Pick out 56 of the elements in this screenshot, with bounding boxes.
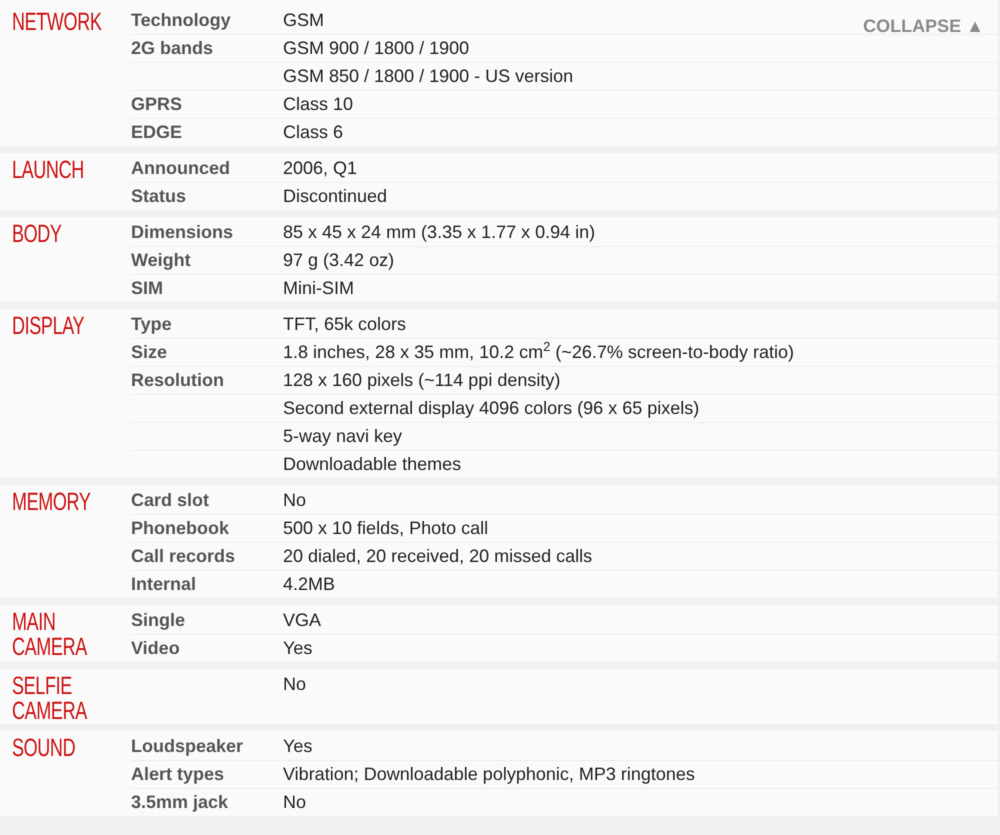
section-heading: SELFIE CAMERA	[12, 674, 88, 724]
spec-value: 5-way navi key	[283, 426, 402, 446]
spec-value: Class 10	[283, 94, 354, 114]
spec-value: Downloadable themes	[283, 454, 462, 474]
section-heading: LAUNCH	[12, 158, 85, 183]
collapse-button[interactable]: COLLAPSE ▲	[863, 16, 984, 37]
spec-value: 1.8 inches, 28 x 35 mm, 10.2 cm$^{2}$ (~26.7% screen-to-body ratio)	[283, 342, 794, 362]
spec-value: 128 x 160 pixels (~114 ppi density)	[283, 370, 560, 390]
spec-value: GSM 900 / 1800 / 1900	[283, 38, 470, 58]
spec-value: Class 6	[283, 122, 344, 142]
spec-label: Announced	[131, 158, 230, 178]
spec-value: 500 x 10 fields, Photo call	[283, 518, 488, 538]
section-heading: DISPLAY	[12, 314, 86, 339]
spec-value: 20 dialed, 20 received, 20 missed calls	[283, 546, 592, 566]
spec-label: 3.5mm jack	[131, 792, 228, 812]
spec-label: Technology	[131, 10, 231, 30]
spec-label: Size	[131, 342, 168, 362]
spec-value: 85 x 45 x 24 mm (3.35 x 1.77 x 0.94 in)	[283, 222, 596, 242]
spec-value: Yes	[283, 736, 312, 756]
section-heading: BODY	[12, 222, 63, 247]
spec-label: Status	[131, 186, 186, 206]
spec-value: Discontinued	[283, 186, 388, 206]
section-heading: SOUND	[12, 736, 76, 761]
spec-value: Second external display 4096 colors (96 x 65 pixels)	[283, 398, 700, 418]
spec-value: 2006, Q1	[283, 158, 358, 178]
spec-label: Dimensions	[131, 222, 234, 242]
spec-label: Phonebook	[131, 518, 229, 538]
spec-value: No	[283, 490, 306, 510]
section-heading: NETWORK	[12, 10, 102, 35]
spec-value: VGA	[283, 610, 322, 630]
spec-label: Resolution	[131, 370, 224, 390]
spec-label: GPRS	[131, 94, 182, 114]
spec-label: Loudspeaker	[131, 736, 244, 756]
spec-value: TFT, 65k colors	[283, 314, 406, 334]
spec-label: Call records	[131, 546, 236, 566]
spec-label: SIM	[131, 278, 164, 298]
spec-value: Vibration; Downloadable polyphonic, MP3 ringtones	[283, 764, 695, 784]
section-heading: MEMORY	[12, 490, 92, 515]
spec-label: Weight	[131, 250, 191, 270]
spec-value: Yes	[283, 638, 312, 658]
spec-label: Single	[131, 610, 186, 630]
spec-label: Type	[131, 314, 172, 334]
spec-value: GSM 850 / 1800 / 1900 - US version	[283, 66, 574, 86]
spec-label: Internal	[131, 574, 196, 594]
spec-label: Card slot	[131, 490, 210, 510]
section-heading: MAIN CAMERA	[12, 610, 88, 660]
spec-label: Alert types	[131, 764, 224, 784]
spec-label: 2G bands	[131, 38, 214, 58]
spec-label: EDGE	[131, 122, 182, 142]
spec-value: Mini-SIM	[283, 278, 354, 298]
spec-value: 4.2MB	[283, 574, 336, 594]
spec-value: No	[283, 792, 306, 812]
spec-value: GSM	[283, 10, 324, 30]
spec-value: 97 g (3.42 oz)	[283, 250, 394, 270]
spec-label: Video	[131, 638, 180, 658]
spec-value: No	[283, 674, 306, 694]
